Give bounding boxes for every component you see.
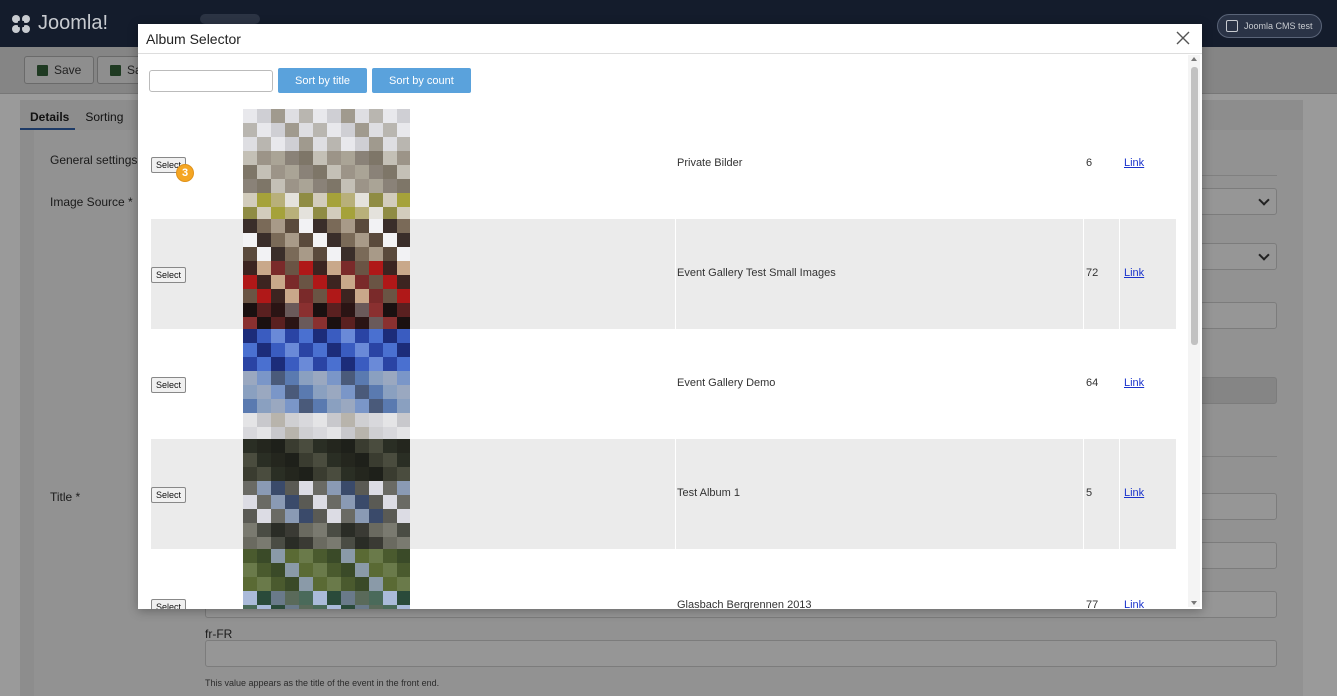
- sort-by-count-button[interactable]: Sort by count: [372, 68, 471, 93]
- album-link[interactable]: Link: [1124, 267, 1144, 279]
- album-title: Event Gallery Test Small Images: [677, 267, 836, 279]
- album-title: Test Album 1: [677, 487, 740, 499]
- select-button[interactable]: Select: [151, 487, 187, 503]
- album-row: Select Test Album 1 5 Link: [151, 439, 1176, 549]
- album-count: 6: [1086, 157, 1093, 169]
- album-count: 64: [1086, 377, 1099, 389]
- column-separator: [1119, 439, 1120, 549]
- divider: [1200, 175, 1277, 176]
- site-link-button[interactable]: Joomla CMS test: [1217, 14, 1322, 38]
- album-count: 77: [1086, 599, 1099, 609]
- album-link[interactable]: Link: [1124, 599, 1144, 609]
- album-title: Glasbach Bergrennen 2013: [677, 599, 812, 609]
- album-row: Select Glasbach Bergrennen 2013 77 Link: [151, 549, 1176, 609]
- title-fr-field[interactable]: [205, 640, 1277, 667]
- title-field-2[interactable]: [1200, 542, 1277, 569]
- album-thumbnail: [243, 329, 410, 439]
- chevron-down-icon: [1258, 249, 1270, 261]
- readonly-field: [1200, 377, 1277, 404]
- scroll-up-arrow[interactable]: [1191, 57, 1197, 61]
- filter-row: Sort by title Sort by count: [149, 68, 471, 93]
- joomla-logo[interactable]: Joomla!: [10, 12, 108, 35]
- divider: [1200, 456, 1277, 457]
- column-separator: [1083, 439, 1084, 549]
- modal-title: Album Selector: [146, 30, 241, 47]
- album-count: 5: [1086, 487, 1093, 499]
- image-source-label: Image Source *: [50, 195, 133, 209]
- column-separator: [675, 439, 676, 549]
- save-close-icon: [110, 64, 121, 76]
- modal-scrollbar[interactable]: [1188, 55, 1200, 607]
- select-button[interactable]: Select: [151, 377, 187, 393]
- general-settings-label: General settings fo: [50, 153, 151, 167]
- chevron-down-icon: [1258, 194, 1270, 206]
- scroll-thumb[interactable]: [1191, 67, 1198, 345]
- album-link[interactable]: Link: [1124, 157, 1144, 169]
- album-row: Select Event Gallery Demo 64 Link: [151, 329, 1176, 439]
- language-label: fr-FR: [205, 627, 233, 641]
- album-count: 72: [1086, 267, 1099, 279]
- modal-header: Album Selector: [138, 24, 1202, 54]
- album-title: Event Gallery Demo: [677, 377, 776, 389]
- title-label: Title *: [50, 490, 81, 504]
- modal-body: Sort by title Sort by count Select Priva…: [138, 55, 1202, 609]
- album-selector-modal: Album Selector Sort by title Sort by cou…: [138, 24, 1202, 609]
- album-row: Select Private Bilder 6 Link: [151, 109, 1176, 219]
- text-field[interactable]: [1200, 302, 1277, 329]
- album-row: Select Event Gallery Test Small Images 7…: [151, 219, 1176, 329]
- tab-bar: Details Sorting: [20, 102, 129, 130]
- image-source-select[interactable]: [1200, 188, 1277, 215]
- column-separator: [675, 219, 676, 329]
- album-thumbnail: [243, 549, 410, 609]
- step-badge: 3: [176, 164, 194, 182]
- album-thumbnail: [243, 219, 410, 329]
- select-button[interactable]: Select: [151, 267, 187, 283]
- page-heading: [200, 14, 260, 24]
- save-label: Save: [54, 63, 82, 77]
- tab-sorting[interactable]: Sorting: [75, 102, 129, 130]
- tab-details[interactable]: Details: [20, 102, 76, 130]
- select-button[interactable]: Select: [151, 599, 187, 609]
- album-thumbnail: [243, 109, 410, 219]
- source-select[interactable]: [1200, 243, 1277, 270]
- column-separator: [1083, 219, 1084, 329]
- scroll-down-arrow[interactable]: [1191, 601, 1197, 605]
- title-field[interactable]: [1200, 493, 1277, 520]
- album-title: Private Bilder: [677, 157, 743, 169]
- sort-by-title-button[interactable]: Sort by title: [278, 68, 368, 93]
- column-separator: [1119, 219, 1120, 329]
- album-thumbnail: [243, 439, 410, 549]
- close-icon: [1176, 31, 1190, 45]
- title-help-text: This value appears as the title of the e…: [205, 678, 440, 688]
- brand-text: Joomla!: [38, 12, 109, 34]
- album-link[interactable]: Link: [1124, 487, 1144, 499]
- save-icon: [37, 64, 48, 76]
- close-button[interactable]: [1174, 29, 1192, 47]
- joomla-icon: [12, 14, 30, 33]
- search-input[interactable]: [149, 69, 273, 92]
- save-button[interactable]: Save: [24, 56, 95, 84]
- external-link-icon: [1226, 20, 1238, 32]
- album-link[interactable]: Link: [1124, 377, 1144, 389]
- site-link-label: Joomla CMS test: [1244, 21, 1313, 31]
